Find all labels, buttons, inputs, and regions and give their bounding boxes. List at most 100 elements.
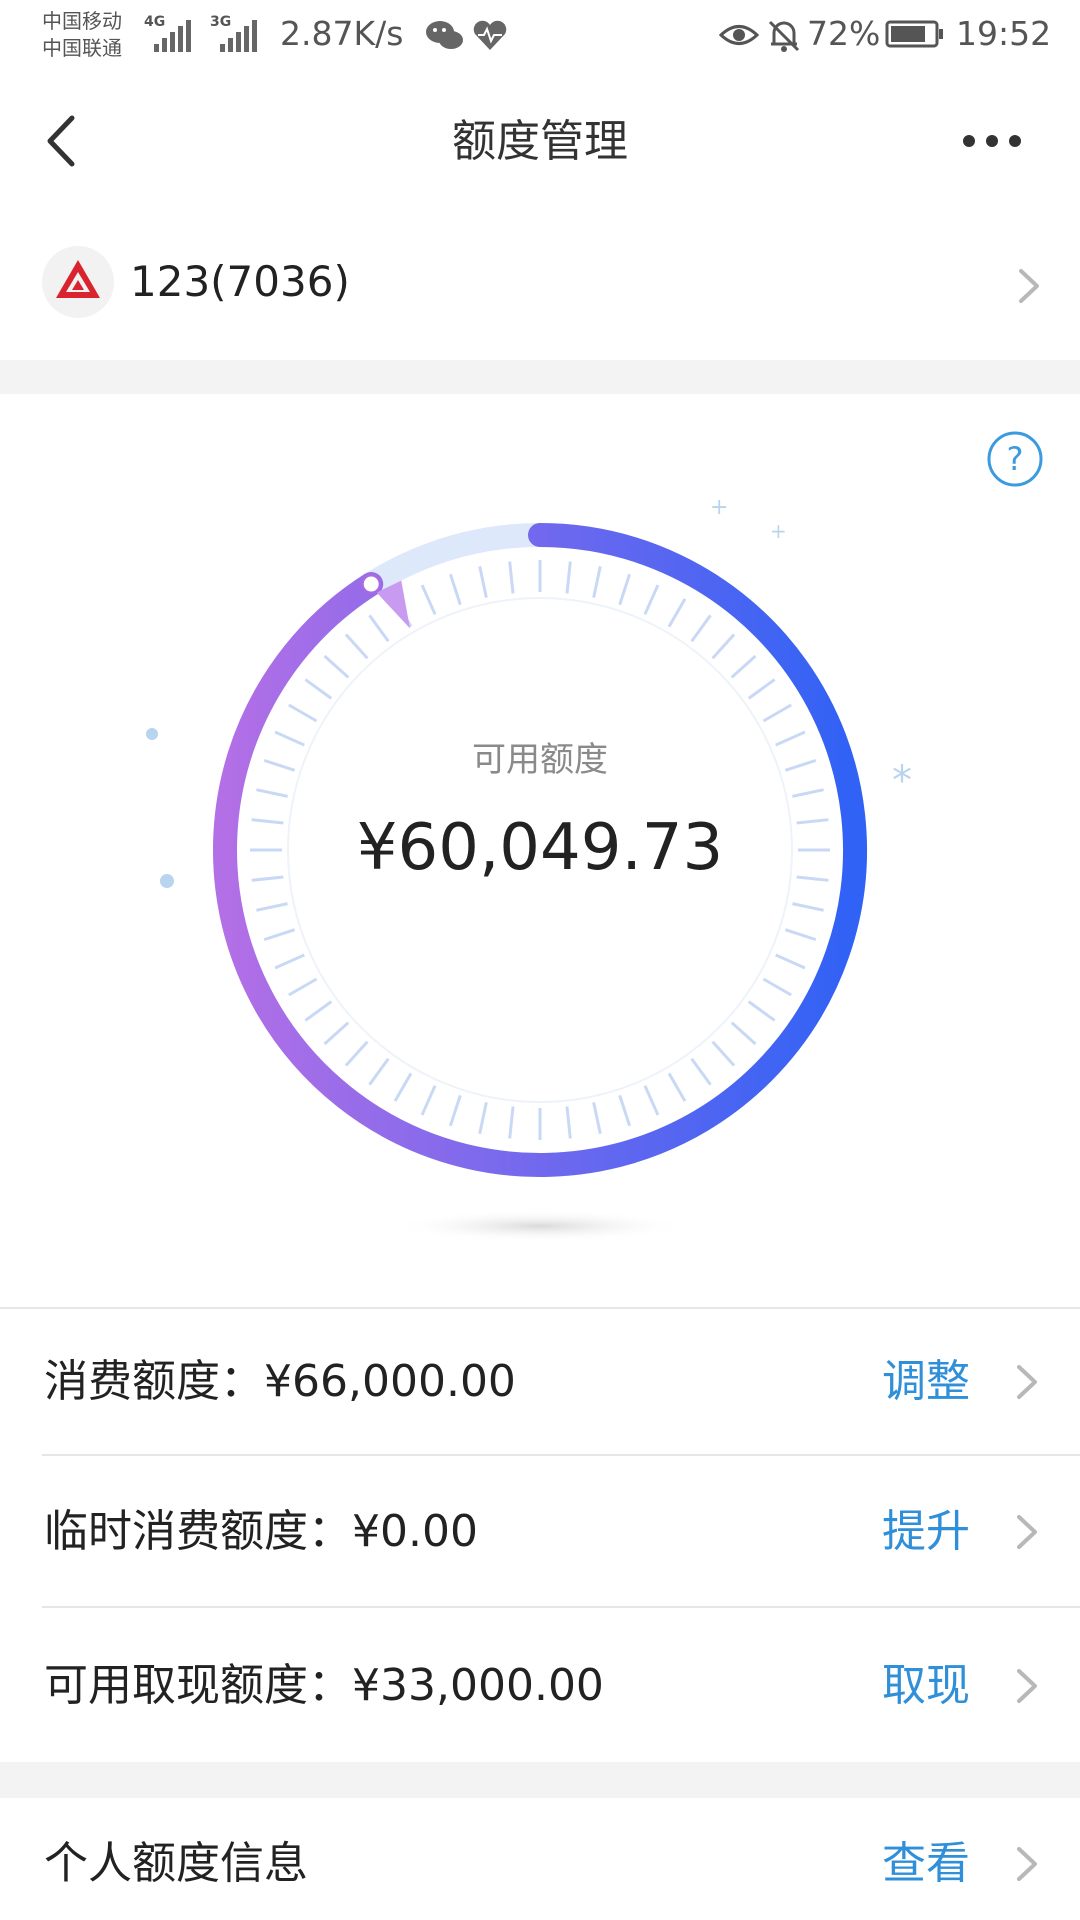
gauge-tick: [667, 598, 687, 628]
gauge-tick: [420, 1085, 437, 1116]
chevron-right-icon: [1017, 1365, 1037, 1399]
personal-limit-info-label: 个人额度信息: [44, 1838, 308, 1889]
gauge-tick: [420, 584, 437, 615]
gauge-tick: [565, 1106, 572, 1139]
gauge-tick: [643, 584, 660, 615]
gauge-tick: [747, 1000, 776, 1022]
chevron-right-icon: [1017, 1515, 1037, 1549]
gauge-tick: [263, 928, 296, 942]
wechat-icon: [426, 21, 463, 49]
card-selector[interactable]: 123(7036): [0, 206, 1080, 356]
adjust-link[interactable]: 调整: [882, 1354, 970, 1410]
row-label: 可用取现额度：¥33,000.00: [44, 1658, 604, 1714]
bank-logo-icon: [42, 246, 114, 318]
gauge-tick: [304, 678, 333, 700]
more-button[interactable]: [955, 116, 1035, 166]
gauge-tick: [508, 1106, 515, 1139]
row-cash-limit[interactable]: 可用取现额度：¥33,000.00 取现: [0, 1608, 1080, 1762]
help-icon: ?: [987, 431, 1043, 487]
gauge-tick: [792, 902, 824, 912]
gauge-tick: [730, 654, 757, 679]
gauge-tick: [643, 1085, 660, 1116]
gauge-knob: [360, 573, 382, 595]
status-bar: 中国移动 中国联通 4G 3G 2.87K/s 72% 19:52: [0, 0, 1080, 76]
gauge-tick: [256, 902, 288, 912]
gauge-tick: [274, 953, 305, 970]
gauge-tick: [618, 573, 632, 606]
network-speed: 2.87K/s: [280, 14, 404, 53]
gauge-tick: [592, 1102, 602, 1134]
heart-icon: [473, 20, 507, 50]
gauge-tick: [775, 953, 806, 970]
svg-text:?: ?: [1007, 440, 1024, 478]
gauge-tick: [784, 928, 817, 942]
section-divider: [0, 1762, 1080, 1798]
gauge-tick: [448, 1094, 462, 1127]
view-link[interactable]: 查看: [882, 1836, 970, 1892]
row-label: 消费额度：¥66,000.00: [44, 1354, 516, 1410]
raise-link[interactable]: 提升: [882, 1504, 970, 1560]
gauge-tick: [288, 703, 318, 723]
clock: 19:52: [956, 14, 1052, 53]
eye-icon: [718, 25, 760, 45]
cash-limit-value: ¥33,000.00: [352, 1660, 604, 1711]
bell-off-icon: [768, 20, 800, 52]
gauge-tick: [711, 1040, 736, 1067]
gauge-tick: [323, 654, 350, 679]
section-divider: [0, 360, 1080, 394]
chevron-right-icon: [1017, 1669, 1037, 1703]
carrier-1: 中国移动: [42, 9, 122, 33]
more-icon: [963, 135, 1021, 147]
available-credit-label: 可用额度: [472, 740, 608, 780]
gauge-tick: [762, 977, 792, 997]
nav-bar: 额度管理: [0, 76, 1080, 206]
gauge-tick: [565, 561, 572, 594]
battery-percent: 72%: [807, 14, 881, 53]
signal-icon: [154, 20, 191, 52]
temp-limit-value: ¥0.00: [352, 1506, 478, 1557]
gauge-tick: [747, 678, 776, 700]
svg-text:+: +: [710, 495, 728, 520]
chevron-right-icon: [1017, 1847, 1037, 1881]
carrier-2: 中国联通: [42, 36, 122, 60]
gauge-tick: [478, 566, 488, 598]
gauge-tick: [690, 1057, 712, 1086]
row-personal-limit-info[interactable]: 个人额度信息 查看: [0, 1798, 1080, 1920]
chevron-right-icon: [1019, 269, 1039, 303]
row-spending-limit[interactable]: 消费额度：¥66,000.00 调整: [0, 1310, 1080, 1454]
row-temp-limit[interactable]: 临时消费额度：¥0.00 提升: [0, 1456, 1080, 1606]
signal-icon-2: [220, 20, 257, 52]
gauge-tick: [344, 1040, 369, 1067]
gauge-tick: [618, 1094, 632, 1127]
gauge-tick: [304, 1000, 333, 1022]
gauge-shadow: [390, 1210, 690, 1242]
gauge-tick: [448, 573, 462, 606]
card-label: 123(7036): [130, 257, 350, 306]
svg-text:+: +: [770, 519, 787, 543]
gauge-tick: [288, 977, 318, 997]
gauge-tick: [393, 1072, 413, 1102]
carrier-info: 中国移动 中国联通: [42, 8, 152, 62]
gauge-tick: [667, 1072, 687, 1102]
gauge-tick: [323, 1021, 350, 1046]
gauge-tick: [690, 614, 712, 643]
gauge-tick: [256, 788, 288, 798]
gauge-tick: [478, 1102, 488, 1134]
gauge-tick: [762, 703, 792, 723]
gauge-tick: [368, 614, 390, 643]
available-credit-value: ¥60,049.73: [356, 811, 724, 885]
divider: [0, 1307, 1080, 1309]
spending-limit-label: 消费额度：: [44, 1356, 264, 1407]
gauge-tick: [730, 1021, 757, 1046]
gauge-tick: [711, 633, 736, 660]
gauge-tick: [344, 633, 369, 660]
gauge-tick: [792, 788, 824, 798]
cash-limit-label: 可用取现额度：: [44, 1660, 352, 1711]
gauge-tick: [368, 1057, 390, 1086]
battery-icon: [885, 20, 943, 48]
row-label: 临时消费额度：¥0.00: [44, 1504, 478, 1560]
withdraw-link[interactable]: 取现: [882, 1658, 970, 1714]
help-button[interactable]: ?: [986, 430, 1044, 488]
temp-limit-label: 临时消费额度：: [44, 1506, 352, 1557]
gauge-tick: [508, 561, 515, 594]
